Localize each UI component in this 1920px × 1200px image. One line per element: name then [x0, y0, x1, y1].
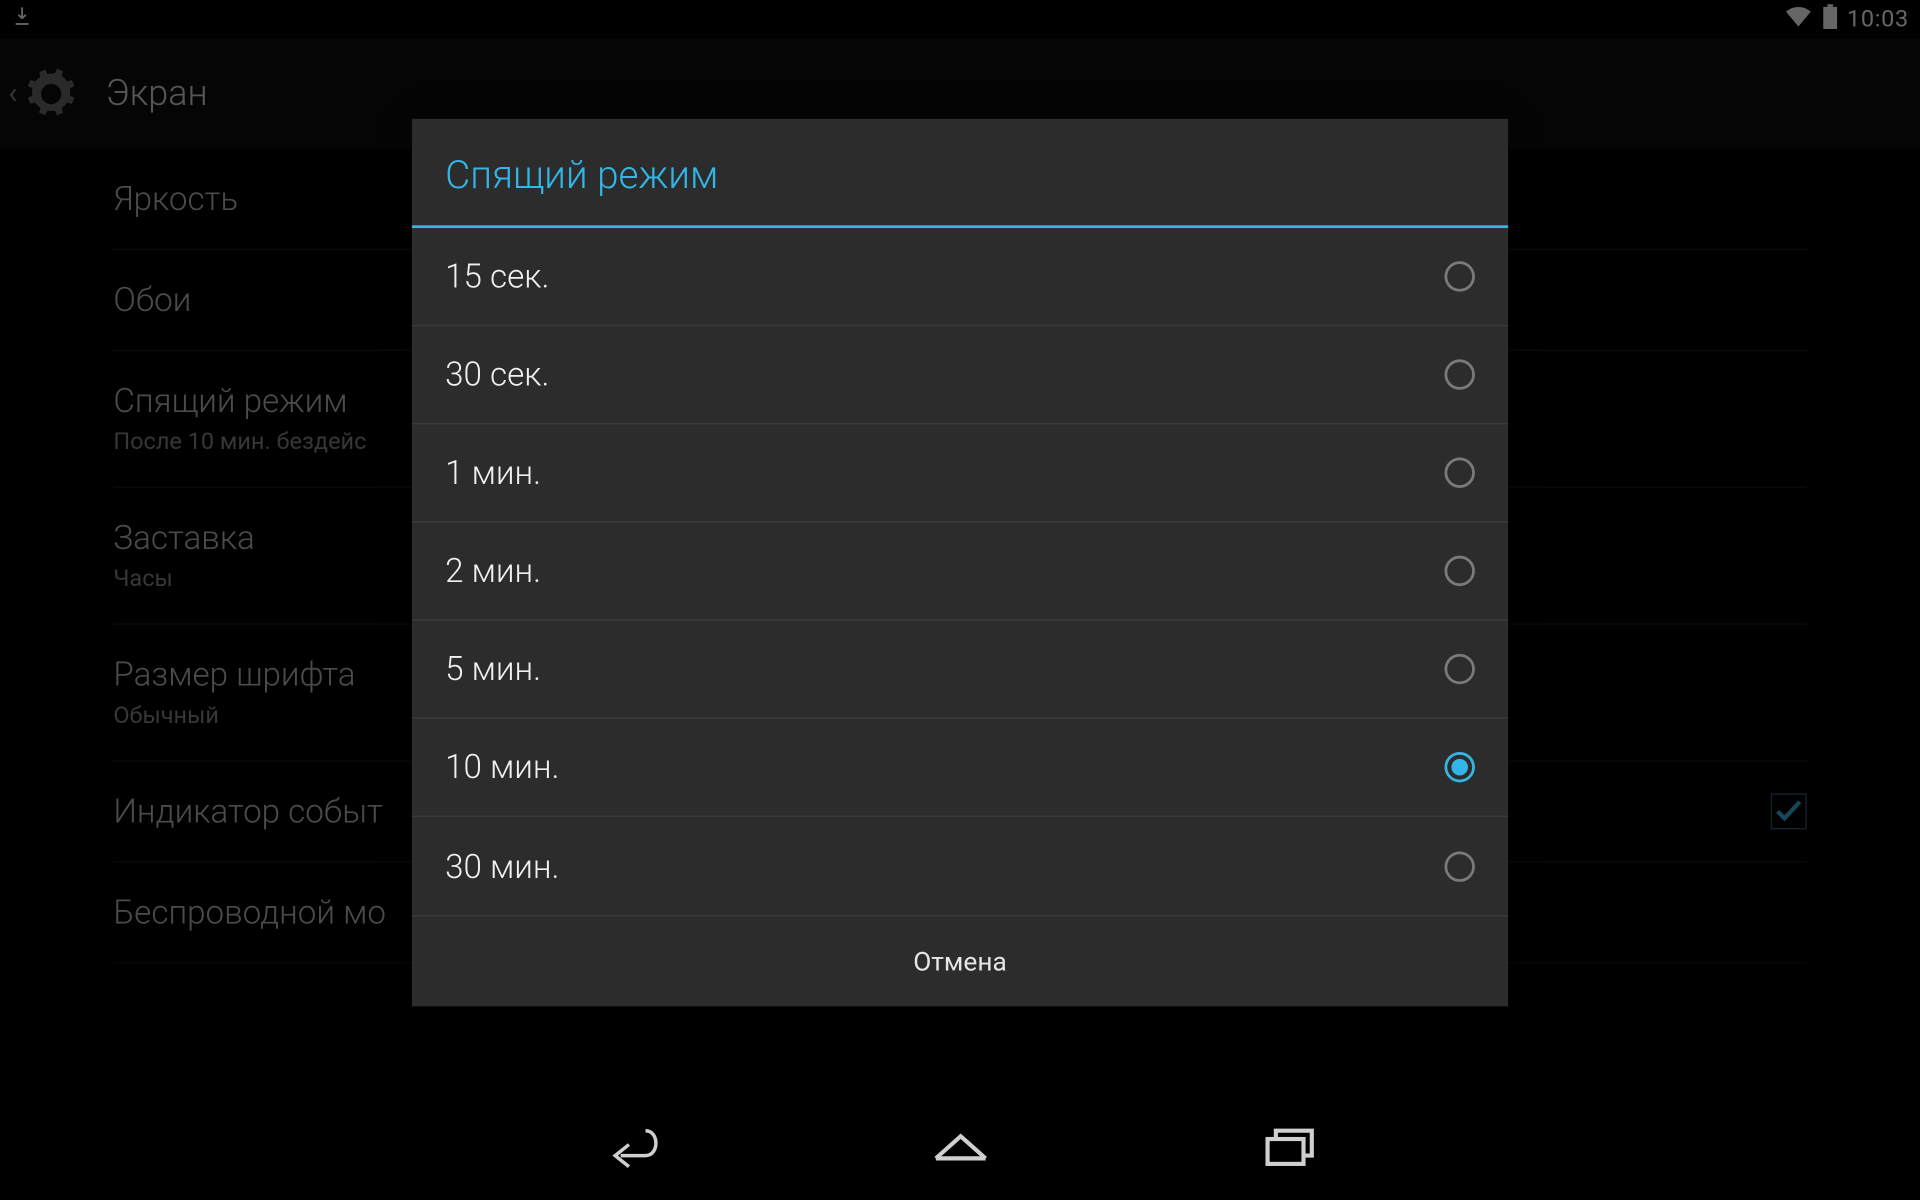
dialog-title: Спящий режим — [412, 119, 1508, 228]
home-button[interactable] — [927, 1122, 993, 1177]
recent-apps-button[interactable] — [1256, 1122, 1322, 1177]
dialog-option[interactable]: 2 мин. — [412, 523, 1508, 621]
back-button[interactable] — [598, 1122, 664, 1177]
option-label: 30 сек. — [445, 355, 549, 394]
dialog-option[interactable]: 1 мин. — [412, 424, 1508, 522]
option-label: 5 мин. — [445, 650, 541, 689]
dialog-option[interactable]: 10 мин. — [412, 719, 1508, 817]
dialog-options: 15 сек. 30 сек. 1 мин. 2 мин. 5 мин. 10 … — [412, 228, 1508, 915]
dialog-option[interactable]: 30 мин. — [412, 817, 1508, 915]
radio-icon — [1445, 359, 1475, 389]
option-label: 1 мин. — [445, 453, 541, 492]
option-label: 10 мин. — [445, 748, 559, 787]
option-label: 15 сек. — [445, 257, 549, 296]
option-label: 2 мин. — [445, 552, 541, 591]
dialog-footer: Отмена — [412, 915, 1508, 1006]
dialog-option[interactable]: 30 сек. — [412, 326, 1508, 424]
dialog-option[interactable]: 15 сек. — [412, 228, 1508, 326]
radio-icon — [1445, 851, 1475, 881]
dialog-option[interactable]: 5 мин. — [412, 621, 1508, 719]
option-label: 30 мин. — [445, 847, 559, 886]
radio-selected-icon — [1445, 752, 1475, 782]
radio-icon — [1445, 261, 1475, 291]
sleep-dialog: Спящий режим 15 сек. 30 сек. 1 мин. 2 ми… — [412, 119, 1508, 1006]
radio-icon — [1445, 556, 1475, 586]
radio-icon — [1445, 458, 1475, 488]
cancel-button[interactable]: Отмена — [913, 945, 1007, 977]
navigation-bar — [0, 1099, 1920, 1200]
radio-icon — [1445, 654, 1475, 684]
